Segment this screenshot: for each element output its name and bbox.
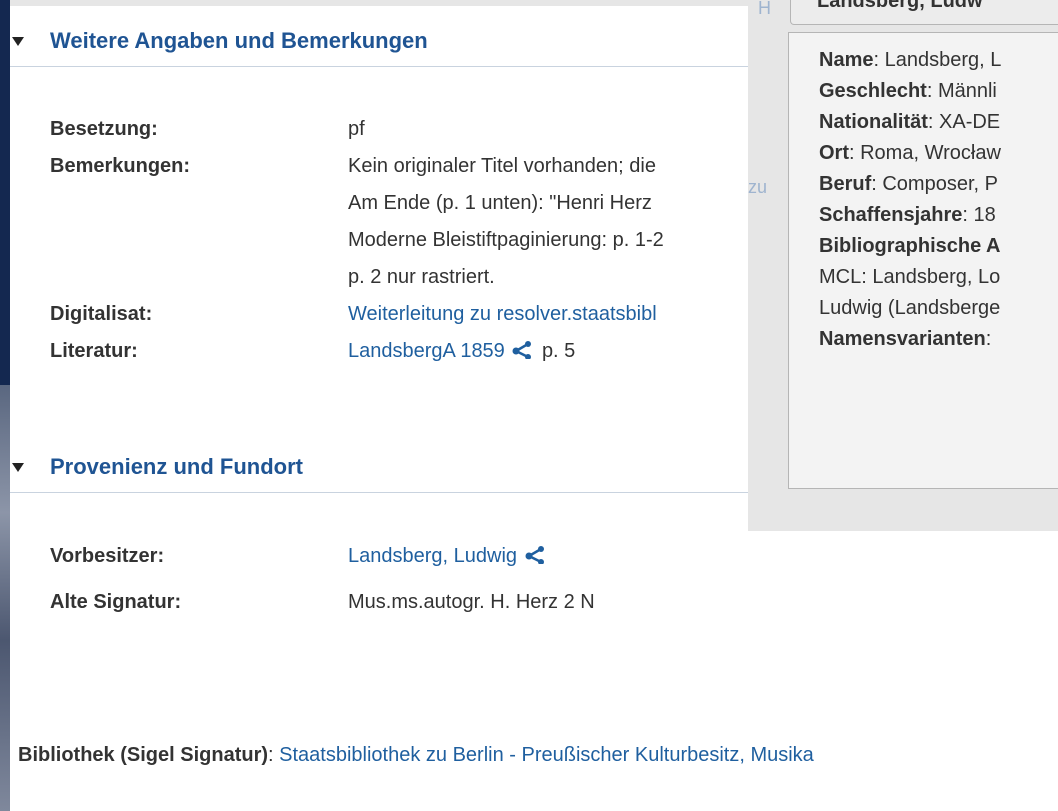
popup-line-nationalitaet: Nationalität: XA-DE <box>819 111 1001 133</box>
value-besetzung: pf <box>348 118 365 140</box>
label-bemerkungen: Bemerkungen: <box>50 155 191 177</box>
collapse-triangle-icon[interactable] <box>12 463 24 472</box>
digitalisat-link[interactable]: Weiterleitung zu resolver.staatsbibl <box>348 303 748 326</box>
footer-colon: : <box>268 744 274 766</box>
value-bemerkungen-line: p. 2 nur rastriert. <box>348 266 495 288</box>
share-icon[interactable] <box>525 546 547 564</box>
label-literatur: Literatur: <box>50 340 138 362</box>
popup-line-ort: Ort: Roma, Wrocław <box>819 142 1001 164</box>
popup-line-bibliographische: Bibliographische A <box>819 235 1001 257</box>
popup-line-beruf: Beruf: Composer, P <box>819 173 998 195</box>
footer-library: Bibliothek (Sigel Signatur): Staatsbibli… <box>18 744 1058 767</box>
value-bemerkungen-line: Am Ende (p. 1 unten): "Henri Herz <box>348 192 652 214</box>
popup-line-ludwig: Ludwig (Landsberge <box>819 297 1001 319</box>
value-bemerkungen-line: Moderne Bleistiftpaginierung: p. 1-2 <box>348 229 664 251</box>
literatur-link[interactable]: LandsbergA 1859 <box>348 340 505 362</box>
share-icon[interactable] <box>512 341 534 359</box>
section-header-weitere-angaben[interactable]: Weitere Angaben und Bemerkungen <box>10 20 748 67</box>
footer-library-link[interactable]: Staatsbibliothek zu Berlin - Preußischer… <box>279 744 814 766</box>
popup-body: Name: Landsberg, L Geschlecht: Männli Na… <box>788 32 1058 489</box>
popup-line-namensvarianten: Namensvarianten: <box>819 328 992 350</box>
collapse-triangle-icon[interactable] <box>12 37 24 46</box>
section-title: Provenienz und Fundort <box>50 454 303 479</box>
section-header-provenienz[interactable]: Provenienz und Fundort <box>10 446 748 493</box>
label-alte-signatur: Alte Signatur: <box>50 591 182 613</box>
popup-line-schaffensjahre: Schaffensjahre: 18 <box>819 204 996 226</box>
footer-label: Bibliothek (Sigel Signatur) <box>18 744 269 766</box>
top-scroll-edge <box>10 0 758 6</box>
literatur-page: p. 5 <box>541 340 576 362</box>
section-title: Weitere Angaben und Bemerkungen <box>50 28 428 53</box>
vorbesitzer-link[interactable]: Landsberg, Ludwig <box>348 545 517 567</box>
popup-line-name: Name: Landsberg, L <box>819 49 1002 71</box>
main-content: Weitere Angaben und Bemerkungen Besetzun… <box>10 0 758 811</box>
ghost-text: H <box>758 0 771 18</box>
ghost-text: zu <box>748 177 768 197</box>
popup-line-geschlecht: Geschlecht: Männli <box>819 80 997 102</box>
value-literatur: LandsbergA 1859 p. 5 <box>348 340 748 363</box>
label-vorbesitzer: Vorbesitzer: <box>50 545 165 567</box>
label-besetzung: Besetzung: <box>50 118 158 140</box>
label-digitalisat: Digitalisat: <box>50 303 153 325</box>
person-popup: H zu Landsberg, Ludw Name: Landsberg, L … <box>748 0 1058 531</box>
value-alte-signatur: Mus.ms.autogr. H. Herz 2 N <box>348 591 595 613</box>
value-bemerkungen-line: Kein originaler Titel vorhanden; die <box>348 155 656 177</box>
popup-title: Landsberg, Ludw <box>817 0 983 12</box>
value-vorbesitzer: Landsberg, Ludwig <box>348 545 748 568</box>
popup-header: Landsberg, Ludw <box>790 0 1058 25</box>
popup-line-mcl: MCL: Landsberg, Lo <box>819 266 1001 288</box>
